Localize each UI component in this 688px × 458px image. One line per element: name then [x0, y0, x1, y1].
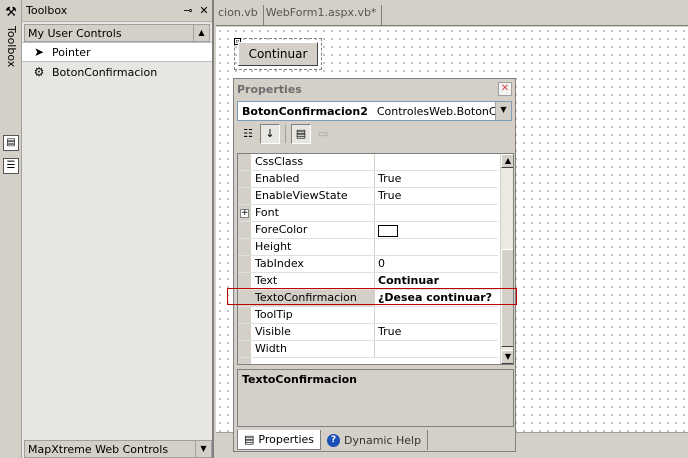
property-pages-icon: ▭ [317, 127, 329, 140]
row-gutter: + [238, 205, 251, 221]
toolbox-item-label: Pointer [52, 45, 91, 59]
toolbox-group-label: MapXtreme Web Controls [28, 442, 169, 456]
property-description: TextoConfirmacion [237, 369, 514, 427]
property-value[interactable]: True [375, 171, 498, 187]
tab-properties[interactable]: ▤ Properties [237, 430, 321, 450]
property-name: ToolTip [251, 307, 375, 323]
object-name: BotonConfirmacion2 [242, 104, 368, 118]
scroll-down-icon[interactable]: ▼ [501, 350, 513, 364]
row-gutter [238, 324, 251, 340]
property-row[interactable]: + Font [238, 205, 498, 222]
help-icon: ? [327, 433, 340, 447]
property-name: TabIndex [251, 256, 375, 272]
toolbox-item-label: BotonConfirmacion [52, 65, 158, 79]
properties-titlebar: Properties ✕ [234, 79, 515, 99]
property-row[interactable]: Enabled True [238, 171, 498, 188]
properties-toolbar: ☷ ↓ ▤ ▭ [234, 121, 515, 147]
property-row[interactable]: Visible True [238, 324, 498, 341]
expand-plus-icon[interactable]: + [240, 208, 249, 218]
continuar-button[interactable]: Continuar [238, 42, 318, 66]
row-gutter [238, 273, 251, 289]
property-row[interactable]: CssClass [238, 154, 498, 171]
property-row[interactable]: Height [238, 239, 498, 256]
properties-view-icon[interactable]: ▤ [291, 124, 311, 144]
property-value[interactable]: True [375, 324, 498, 340]
object-type: ControlesWeb.BotonConfi [376, 104, 495, 118]
property-value[interactable] [375, 341, 498, 357]
property-name: Text [251, 273, 375, 289]
pin-icon[interactable]: ⊸ [180, 4, 196, 17]
object-selector[interactable]: BotonConfirmacion2 ControlesWeb.BotonCon… [237, 101, 512, 121]
property-name: EnableViewState [251, 188, 375, 204]
row-gutter [238, 222, 251, 238]
properties-title: Properties [237, 82, 302, 96]
row-gutter [238, 188, 251, 204]
toolbox-hammer-icon[interactable]: ⚒ [2, 4, 20, 22]
scroll-up-icon[interactable]: ▲ [501, 154, 513, 168]
chevron-down-icon[interactable]: ▼ [495, 102, 511, 120]
row-gutter [238, 239, 251, 255]
property-name: Height [251, 239, 375, 255]
property-row[interactable]: TabIndex 0 [238, 256, 498, 273]
property-value[interactable] [375, 154, 498, 170]
property-value[interactable] [375, 205, 498, 221]
property-name: Visible [251, 324, 375, 340]
gear-icon: ⚙ [33, 65, 45, 79]
row-gutter [238, 154, 251, 170]
tab-label: Dynamic Help [344, 433, 422, 447]
property-grid: CssClass Enabled True EnableViewState Tr… [237, 153, 514, 365]
toolbox-item-botonconfirmacion[interactable]: ⚙ BotonConfirmacion [22, 62, 212, 82]
toolbox-vertical-tab[interactable]: Toolbox [2, 26, 20, 76]
row-gutter [238, 171, 251, 187]
property-value[interactable] [375, 307, 498, 323]
close-icon[interactable]: ✕ [196, 4, 212, 17]
toolbox-title: Toolbox [26, 4, 68, 17]
row-gutter [238, 341, 251, 357]
property-name: CssClass [251, 154, 375, 170]
toolbox-panel: Toolbox ⊸ ✕ My User Controls ▲ ➤ Pointer… [22, 0, 214, 458]
row-gutter [238, 307, 251, 323]
properties-window: Properties ✕ BotonConfirmacion2 Controle… [233, 78, 516, 452]
toolbox-group-label: My User Controls [28, 26, 122, 40]
server-explorer-icon[interactable]: ▤ [3, 135, 19, 151]
toolbox-group-mapxtreme[interactable]: MapXtreme Web Controls ▼ [24, 440, 212, 458]
property-value[interactable]: 0 [375, 256, 498, 272]
tab-cion-vb[interactable]: cion.vb [216, 5, 264, 25]
property-row[interactable]: ForeColor [238, 222, 498, 239]
property-name: ForeColor [251, 222, 375, 238]
tab-dynamic-help[interactable]: ? Dynamic Help [321, 430, 429, 450]
scroll-up-icon[interactable]: ▲ [193, 25, 209, 41]
tab-label: Properties [258, 433, 314, 446]
property-row[interactable]: Width [238, 341, 498, 358]
pointer-icon: ➤ [33, 45, 45, 59]
tab-webform1-aspx-vb[interactable]: WebForm1.aspx.vb* [264, 5, 383, 25]
property-grid-scrollbar[interactable]: ▲ ▼ [500, 154, 513, 364]
properties-tab-icon: ▤ [244, 433, 255, 446]
alphabetical-icon[interactable]: ↓ [260, 124, 280, 144]
property-name: Width [251, 341, 375, 357]
toolbox-item-pointer[interactable]: ➤ Pointer [22, 42, 212, 62]
property-row[interactable]: ToolTip [238, 307, 498, 324]
property-value[interactable] [375, 239, 498, 255]
scroll-down-icon[interactable]: ▼ [195, 441, 211, 457]
panel-tabs: ▤ Properties ? Dynamic Help [237, 429, 514, 451]
document-tabs: cion.vb WebForm1.aspx.vb* [216, 0, 688, 26]
close-icon[interactable]: ✕ [498, 82, 512, 96]
toolbox-titlebar: Toolbox ⊸ ✕ [22, 0, 212, 22]
properties-side-icon[interactable]: ☰ [3, 158, 19, 174]
categorized-icon[interactable]: ☷ [238, 124, 258, 144]
property-value[interactable] [375, 222, 498, 238]
color-swatch [378, 224, 398, 237]
property-name: Enabled [251, 171, 375, 187]
toolbar-separator [285, 125, 286, 143]
property-value[interactable]: True [375, 188, 498, 204]
toolbox-group-header[interactable]: My User Controls ▲ [24, 24, 210, 42]
property-value[interactable]: Continuar [375, 273, 498, 289]
highlight-annotation [227, 288, 517, 305]
left-tool-strip: ⚒ Toolbox ▤ ☰ [0, 0, 22, 458]
row-gutter [238, 256, 251, 272]
property-name: Font [251, 205, 375, 221]
property-row[interactable]: EnableViewState True [238, 188, 498, 205]
